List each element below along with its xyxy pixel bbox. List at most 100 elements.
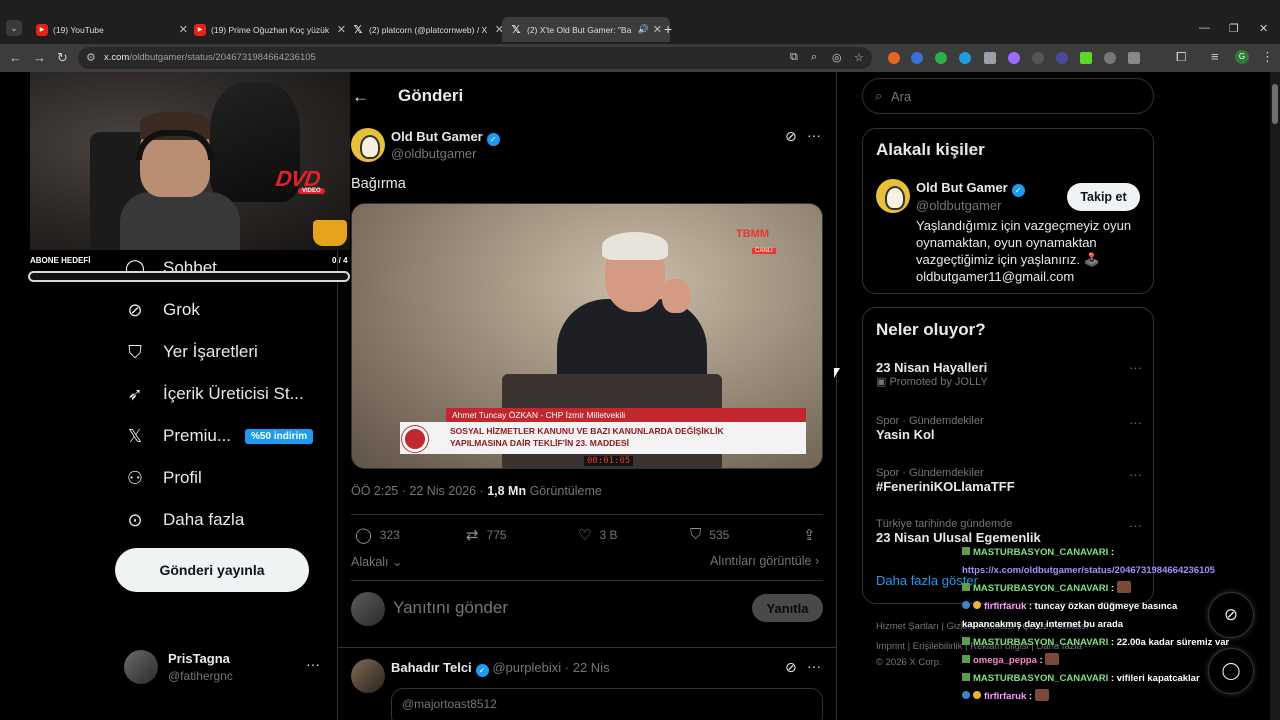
post-time[interactable]: ÖÖ 2:25 (351, 484, 398, 498)
nav-item-chat[interactable]: ◯ Sohbet (114, 248, 334, 288)
trend-category: Spor · Gündemdekiler (876, 415, 984, 427)
reply-action[interactable]: ◯ 323 (355, 526, 400, 544)
post-button[interactable]: Gönderi yayınla (115, 548, 309, 592)
share-action[interactable]: ⇪ (803, 526, 824, 544)
dvd-logo-sub: VIDEO (298, 188, 325, 194)
extension-icon[interactable] (1128, 52, 1140, 64)
trend-item[interactable]: Spor · Gündemdekiler Yasin Kol ··· (876, 415, 1142, 442)
follow-button[interactable]: Takip et (1067, 183, 1140, 211)
maximize-window-icon[interactable]: ❐ (1229, 22, 1239, 35)
post-date[interactable]: 22 Nis 2026 (409, 484, 476, 498)
view-quotes-link[interactable]: Alıntıları görüntüle › (710, 554, 819, 568)
bookmark-action[interactable]: ⛉ 535 (690, 526, 729, 543)
extension-icon[interactable] (959, 52, 971, 64)
grok-icon[interactable]: ⊘ (785, 128, 797, 145)
back-arrow-icon[interactable]: ← (352, 87, 369, 107)
forward-icon[interactable]: → (33, 50, 46, 65)
chat-badge-icon (962, 673, 970, 681)
nav-item-more[interactable]: ⊙ Daha fazla (114, 500, 334, 540)
trend-category: Türkiye tarihinde gündemde (876, 518, 1013, 530)
grok-float-button[interactable]: ⊘ (1208, 592, 1254, 638)
account-switcher[interactable]: PrisTagna @fatihergnc ··· (124, 648, 330, 688)
youtube-icon: ▶ (194, 23, 206, 36)
search-input[interactable]: Ara (891, 89, 911, 104)
extension-icon[interactable] (911, 52, 923, 64)
reload-icon[interactable]: ↻ (57, 50, 68, 66)
post-video[interactable]: TBMM CANLI Ahmet Tuncay ÖZKAN - CHP İzmi… (351, 203, 823, 469)
url-text[interactable]: x.com/oldbutgamer/status/204673198466423… (104, 52, 316, 63)
person-name[interactable]: Old But Gamer ✓ (916, 180, 1025, 197)
extension-icon[interactable] (1080, 52, 1092, 64)
extension-icon[interactable] (1056, 52, 1068, 64)
extension-icon[interactable] (1104, 52, 1116, 64)
extension-icon[interactable] (888, 52, 900, 64)
browser-tab-active[interactable]: 𝕏 (2) X'te Old But Gamer: "Ba 🔊 ✕ (502, 17, 670, 42)
extension-icon[interactable] (1032, 52, 1044, 64)
repost-action[interactable]: ⇄ 775 (466, 526, 507, 544)
media-controls-icon[interactable]: ≡ (1211, 49, 1219, 64)
close-window-icon[interactable]: ✕ (1259, 22, 1268, 35)
browser-toolbar: ← → ↻ ⚙ x.com/oldbutgamer/status/2046731… (0, 44, 1280, 72)
grok-icon: ⊘ (1223, 605, 1239, 624)
more-icon[interactable]: ··· (1129, 518, 1142, 533)
more-icon[interactable]: ··· (1129, 360, 1142, 375)
quoted-post[interactable]: @majortoast8512 (391, 688, 823, 720)
zoom-icon[interactable]: ⌕ (811, 51, 817, 64)
eye-off-icon[interactable]: ◎ (832, 51, 842, 64)
browser-menu-icon[interactable]: ⋮ (1261, 49, 1274, 65)
reply-input[interactable]: Yanıtını gönder (393, 598, 508, 618)
search-box[interactable]: ⌕ Ara (862, 78, 1154, 114)
related-sort-dropdown[interactable]: Alakalı ⌄ (351, 554, 403, 569)
avatar[interactable] (876, 179, 910, 213)
trend-item[interactable]: Spor · Gündemdekiler #FeneriniKOLlamaTFF… (876, 467, 1142, 494)
reply-author[interactable]: Bahadır Telci ✓ @purplebixi · 22 Nis (391, 660, 610, 677)
nav-item-creator-studio[interactable]: ➶ İçerik Üreticisi St... (114, 374, 334, 414)
more-icon[interactable]: ··· (1129, 415, 1142, 430)
page-scrollbar[interactable] (1270, 72, 1280, 720)
more-icon[interactable]: ··· (306, 656, 320, 672)
tab-search-dropdown-icon[interactable]: ⌄ (6, 20, 22, 36)
bookmark-icon: ⛉ (690, 526, 702, 543)
person-handle[interactable]: @oldbutgamer (916, 198, 1001, 213)
tab-title: (19) Prime Oğuzhan Koç yüzük (211, 24, 330, 35)
browser-tab[interactable]: 𝕏 (2) platcorn (@platcornweb) / X ✕ (344, 17, 512, 42)
avatar[interactable] (351, 659, 385, 693)
reply-button[interactable]: Yanıtla (752, 594, 823, 622)
site-info-icon[interactable]: ⚙ (86, 51, 96, 64)
grok-icon[interactable]: ⊘ (785, 659, 797, 676)
nav-item-premium[interactable]: 𝕏 Premiu... %50 indirim (114, 416, 334, 456)
author-handle[interactable]: @oldbutgamer (391, 146, 476, 161)
speaker-icon[interactable]: 🔊 (638, 24, 649, 35)
tab-title: (19) YouTube (53, 24, 104, 35)
extension-icon[interactable] (935, 52, 947, 64)
browser-tab[interactable]: ▶ (19) Prime Oğuzhan Koç yüzük ✕ (186, 17, 354, 42)
trend-item[interactable]: Türkiye tarihinde gündemde 23 Nisan Ulus… (876, 518, 1142, 545)
back-icon[interactable]: ← (9, 50, 22, 65)
extension-icon[interactable] (984, 52, 996, 64)
like-action[interactable]: ♡ 3 B (578, 526, 617, 544)
more-icon[interactable]: ··· (807, 127, 821, 143)
chat-badge-icon (962, 637, 970, 645)
extensions-puzzle-icon[interactable]: ⧠ (1176, 49, 1186, 65)
avatar[interactable] (351, 128, 385, 162)
browser-tab[interactable]: ▶ (19) YouTube ✕ (28, 17, 196, 42)
trend-category: Spor · Gündemdekiler (876, 467, 984, 479)
nav-item-grok[interactable]: ⊘ Grok (114, 290, 334, 330)
extension-icon[interactable] (1008, 52, 1020, 64)
avatar (124, 650, 158, 684)
trend-item[interactable]: 23 Nisan Hayalleri ▣ Promoted by JOLLY ·… (876, 360, 1142, 388)
close-tab-icon[interactable]: ✕ (653, 23, 662, 36)
author-name[interactable]: Old But Gamer ✓ (391, 129, 500, 146)
bookmark-star-icon[interactable]: ☆ (854, 51, 864, 64)
address-bar[interactable]: ⚙ x.com/oldbutgamer/status/2046731984664… (78, 47, 872, 69)
minimize-window-icon[interactable]: — (1199, 22, 1210, 34)
nav-item-profile[interactable]: ⚇ Profil (114, 458, 334, 498)
install-app-icon[interactable]: ⧉ (790, 51, 798, 64)
chat-float-button[interactable]: ◯ (1208, 648, 1254, 694)
scrollbar-thumb[interactable] (1272, 84, 1278, 124)
more-icon[interactable]: ··· (807, 658, 821, 674)
more-icon[interactable]: ··· (1129, 467, 1142, 482)
new-tab-button[interactable]: + (664, 21, 672, 37)
nav-item-bookmarks[interactable]: ⛉ Yer İşaretleri (114, 332, 334, 372)
profile-avatar[interactable]: G (1235, 50, 1249, 64)
